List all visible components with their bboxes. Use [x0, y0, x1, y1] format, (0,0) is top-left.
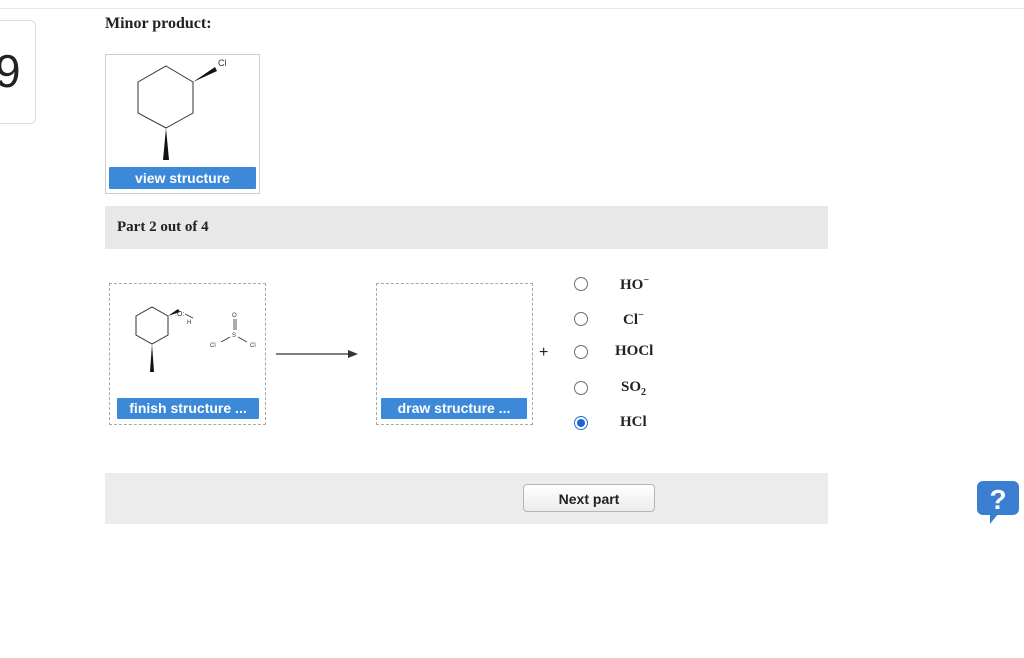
option-chloride[interactable]: Cl−: [574, 310, 694, 332]
minor-product-molecule: Cl: [137, 58, 227, 160]
product-box[interactable]: draw structure ...: [376, 283, 533, 425]
radio-hydroxide[interactable]: [574, 277, 588, 291]
part-label: Part 2 out of 4: [117, 219, 209, 235]
option-label: HO−: [620, 275, 650, 293]
cl-atom-label: Cl: [218, 58, 227, 68]
option-hypochlorous-acid[interactable]: HOCl: [574, 343, 694, 365]
finish-structure-button[interactable]: finish structure ...: [117, 398, 259, 419]
top-divider: [0, 8, 1024, 9]
left-cl-label: Cl: [210, 343, 216, 349]
option-sulfur-dioxide[interactable]: SO2: [574, 379, 694, 401]
option-hydrochloric-acid[interactable]: HCl: [574, 414, 694, 436]
plus-sign: +: [539, 344, 549, 361]
wedge-bond-methyl: [163, 128, 169, 160]
previous-card[interactable]: 9: [0, 20, 36, 124]
reactant-box[interactable]: :O: H O S Cl Cl finish structure ...: [109, 283, 266, 425]
option-label: Cl−: [623, 310, 644, 328]
reactant-molecules: :O: H O S Cl Cl: [135, 306, 256, 372]
radio-hocl[interactable]: [574, 345, 588, 359]
help-icon[interactable]: ?: [976, 480, 1020, 526]
hydrogen-atom-label: H: [187, 320, 191, 326]
radio-so2[interactable]: [574, 381, 588, 395]
minor-product-structure: Cl view structure: [105, 54, 260, 194]
oxygen-atom-label: :O:: [175, 311, 184, 318]
radio-hcl-selected[interactable]: [574, 416, 588, 430]
reaction-arrow: [276, 350, 358, 358]
next-part-button[interactable]: Next part: [523, 484, 655, 512]
card-number: 9: [0, 45, 21, 97]
sulfur-atom-label: S: [232, 333, 236, 339]
option-label: HOCl: [615, 343, 654, 359]
minor-product-label: Minor product:: [105, 15, 212, 32]
option-label: HCl: [620, 414, 647, 430]
navigation-bar: [105, 473, 828, 524]
draw-structure-button[interactable]: draw structure ...: [381, 398, 527, 419]
help-glyph: ?: [989, 484, 1006, 515]
right-cl-label: Cl: [250, 343, 256, 349]
option-hydroxide[interactable]: HO−: [574, 275, 694, 297]
s-oxygen-label: O: [232, 313, 237, 319]
part-header: Part 2 out of 4: [105, 206, 828, 249]
wedge-bond-cl: [193, 67, 217, 82]
view-structure-button[interactable]: view structure: [109, 167, 256, 189]
radio-chloride[interactable]: [574, 312, 588, 326]
option-label: SO2: [621, 379, 647, 398]
